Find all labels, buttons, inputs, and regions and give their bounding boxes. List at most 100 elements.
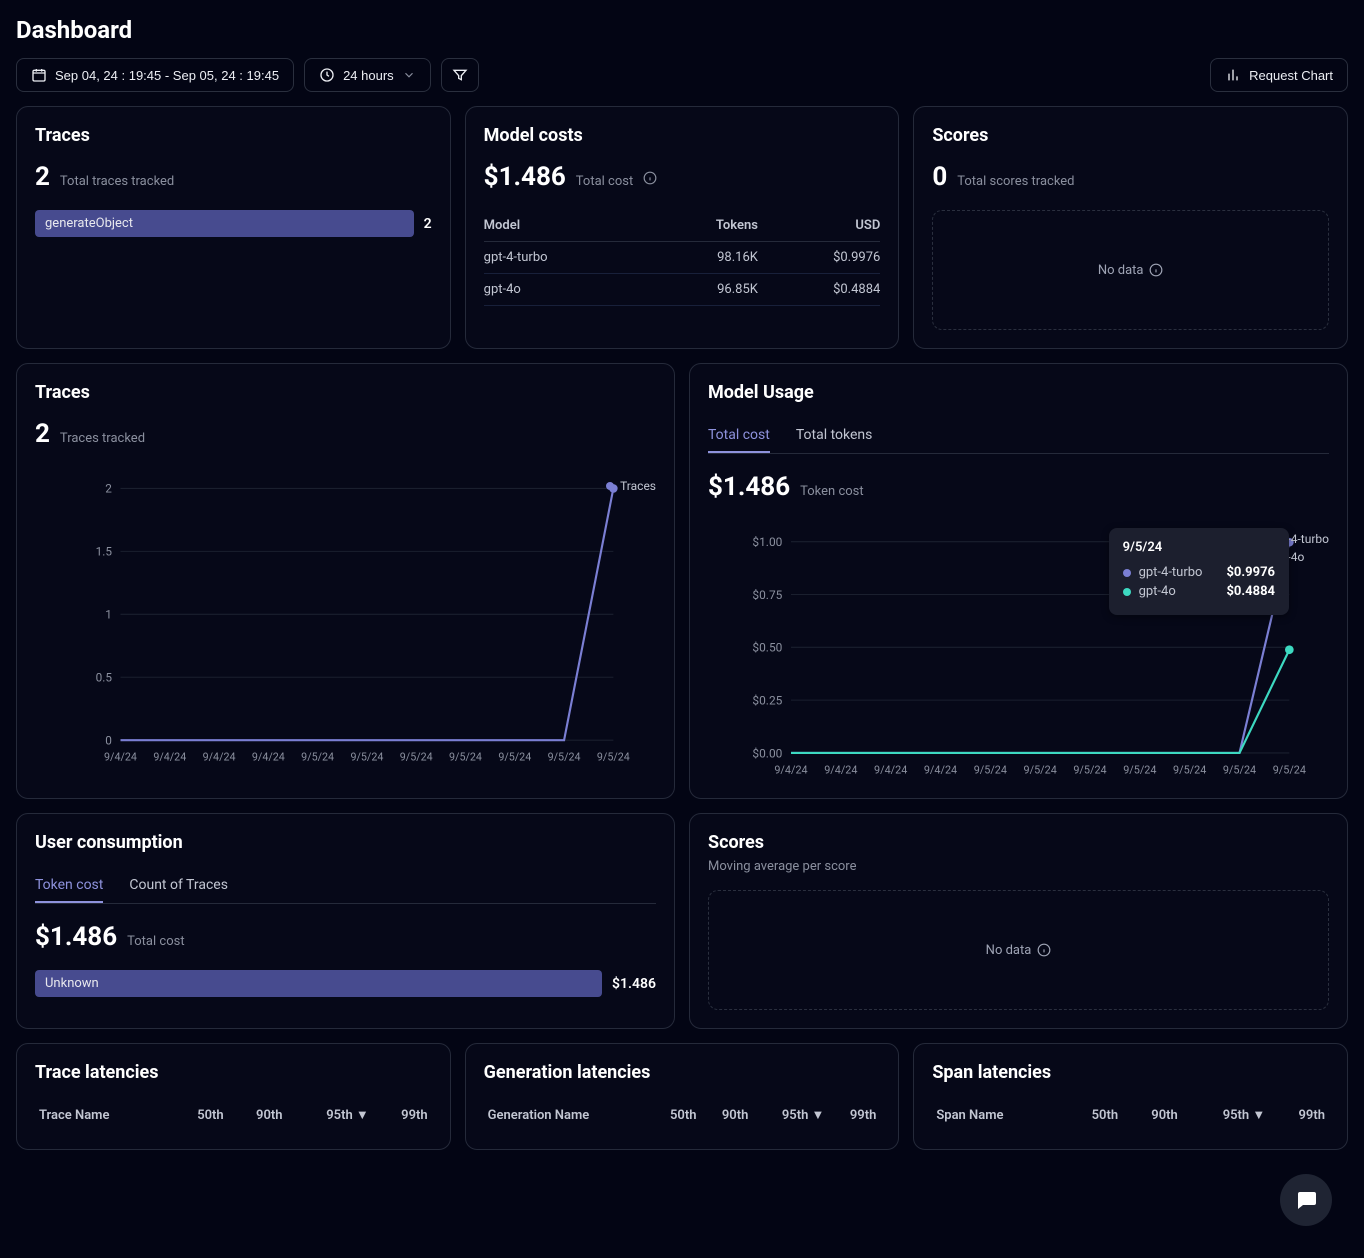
user-consumption-value: $1.486 (35, 922, 117, 952)
svg-text:9/5/24: 9/5/24 (400, 751, 433, 764)
period-label: 24 hours (343, 68, 394, 83)
table-row[interactable]: gpt-4-turbo 98.16K $0.9976 (484, 242, 881, 274)
traces-chart: Traces 00.511.529/4/249/4/249/4/249/4/24… (35, 467, 656, 767)
user-consumption-sub: Total cost (127, 934, 184, 949)
traces-sub: Total traces tracked (60, 174, 174, 189)
col-p50[interactable]: 50th (649, 1099, 701, 1131)
col-name[interactable]: Generation Name (484, 1099, 649, 1131)
user-consumption-bar-value: $1.486 (612, 976, 656, 992)
chevron-down-icon (402, 68, 416, 82)
model-costs-table: Model Tokens USD gpt-4-turbo 98.16K $0.9… (484, 210, 881, 306)
legend-item: Traces (606, 479, 656, 493)
generation-latencies-table: Generation Name 50th 90th 95th ▼ 99th (484, 1099, 881, 1131)
request-chart-label: Request Chart (1249, 68, 1333, 83)
traces-bar-count: 2 (424, 216, 432, 232)
model-usage-card: Model Usage Total cost Total tokens $1.4… (689, 363, 1348, 799)
svg-text:$0.75: $0.75 (752, 588, 782, 602)
scores-sub: Total scores tracked (957, 174, 1074, 189)
model-usage-chart: gpt-4-turbo gpt-4o $0.00$0.25$0.50$0.75$… (708, 520, 1329, 780)
col-p50[interactable]: 50th (1062, 1099, 1122, 1131)
chat-button[interactable] (1280, 1174, 1332, 1226)
user-consumption-title: User consumption (35, 832, 656, 853)
svg-text:9/5/24: 9/5/24 (974, 764, 1007, 777)
info-icon (1149, 263, 1163, 277)
table-row[interactable]: gpt-4o 96.85K $0.4884 (484, 274, 881, 306)
svg-text:0.5: 0.5 (96, 671, 113, 685)
tooltip-label: gpt-4o (1139, 584, 1176, 599)
svg-text:9/5/24: 9/5/24 (449, 751, 482, 764)
trace-latencies-title: Trace latencies (35, 1062, 432, 1083)
filter-button[interactable] (441, 58, 479, 92)
tooltip-value: $0.4884 (1226, 584, 1275, 599)
col-p99[interactable]: 99th (1269, 1099, 1329, 1131)
svg-text:$0.25: $0.25 (752, 693, 782, 707)
traces-count: 2 (35, 162, 50, 192)
scores-chart-desc: Moving average per score (708, 859, 1329, 874)
generation-latencies-title: Generation latencies (484, 1062, 881, 1083)
span-latencies-title: Span latencies (932, 1062, 1329, 1083)
col-p95[interactable]: 95th ▼ (752, 1099, 828, 1131)
model-costs-sub: Total cost (576, 174, 633, 189)
user-consumption-bar[interactable]: Unknown (35, 970, 602, 997)
cell-usd: $0.9976 (758, 242, 880, 274)
calendar-icon (31, 67, 47, 83)
traces-card-title: Traces (35, 125, 432, 146)
svg-text:1.5: 1.5 (96, 545, 113, 559)
col-tokens[interactable]: Tokens (649, 210, 758, 242)
legend-label: Traces (620, 479, 656, 493)
user-consumption-card: User consumption Token cost Count of Tra… (16, 813, 675, 1029)
col-name[interactable]: Span Name (932, 1099, 1062, 1131)
chart-tooltip: 9/5/24 gpt-4-turbo $0.9976 gpt-4o $0.488… (1109, 528, 1289, 615)
col-p90[interactable]: 90th (1122, 1099, 1182, 1131)
traces-bar-item[interactable]: generateObject (35, 210, 414, 237)
tab-count-traces[interactable]: Count of Traces (129, 869, 228, 903)
scores-value: 0 (932, 162, 947, 192)
tab-total-cost[interactable]: Total cost (708, 419, 770, 453)
col-name[interactable]: Trace Name (35, 1099, 169, 1131)
model-costs-value: $1.486 (484, 162, 566, 192)
svg-text:9/5/24: 9/5/24 (350, 751, 383, 764)
toolbar: Sep 04, 24 : 19:45 - Sep 05, 24 : 19:45 … (16, 58, 1348, 92)
col-p90[interactable]: 90th (700, 1099, 752, 1131)
info-icon (1037, 943, 1051, 957)
period-button[interactable]: 24 hours (304, 58, 431, 92)
page-title: Dashboard (16, 16, 1348, 44)
col-p99[interactable]: 99th (828, 1099, 880, 1131)
col-p90[interactable]: 90th (228, 1099, 287, 1131)
chart-icon (1225, 67, 1241, 83)
col-p95[interactable]: 95th ▼ (287, 1099, 373, 1131)
clock-icon (319, 67, 335, 83)
col-p50[interactable]: 50th (169, 1099, 228, 1131)
svg-text:9/5/24: 9/5/24 (597, 751, 630, 764)
col-p99[interactable]: 99th (373, 1099, 432, 1131)
col-model[interactable]: Model (484, 210, 649, 242)
span-latencies-table: Span Name 50th 90th 95th ▼ 99th (932, 1099, 1329, 1131)
col-p95[interactable]: 95th ▼ (1182, 1099, 1270, 1131)
svg-text:9/5/24: 9/5/24 (1024, 764, 1057, 777)
scores-nodata: No data (932, 210, 1329, 330)
svg-text:9/4/24: 9/4/24 (203, 751, 236, 764)
nodata-text: No data (1098, 263, 1144, 278)
date-range-label: Sep 04, 24 : 19:45 - Sep 05, 24 : 19:45 (55, 68, 279, 83)
model-usage-value: $1.486 (708, 472, 790, 502)
traces-chart-sub: Traces tracked (60, 431, 145, 446)
cell-model: gpt-4o (484, 274, 649, 306)
svg-text:$0.00: $0.00 (752, 746, 782, 760)
svg-text:9/4/24: 9/4/24 (153, 751, 186, 764)
date-range-button[interactable]: Sep 04, 24 : 19:45 - Sep 05, 24 : 19:45 (16, 58, 294, 92)
traces-chart-card: Traces 2 Traces tracked Traces 00.511.52… (16, 363, 675, 799)
request-chart-button[interactable]: Request Chart (1210, 58, 1348, 92)
cell-usd: $0.4884 (758, 274, 880, 306)
tab-total-tokens[interactable]: Total tokens (796, 419, 873, 453)
tab-token-cost[interactable]: Token cost (35, 869, 103, 903)
trace-latencies-table: Trace Name 50th 90th 95th ▼ 99th (35, 1099, 432, 1131)
cell-tokens: 98.16K (649, 242, 758, 274)
tooltip-date: 9/5/24 (1123, 540, 1275, 555)
tooltip-label: gpt-4-turbo (1139, 565, 1203, 580)
svg-text:0: 0 (105, 734, 112, 748)
svg-text:9/4/24: 9/4/24 (774, 764, 807, 777)
svg-text:9/5/24: 9/5/24 (1173, 764, 1206, 777)
info-icon[interactable] (643, 171, 657, 185)
col-usd[interactable]: USD (758, 210, 880, 242)
traces-line-chart: 00.511.529/4/249/4/249/4/249/4/249/5/249… (35, 467, 656, 767)
